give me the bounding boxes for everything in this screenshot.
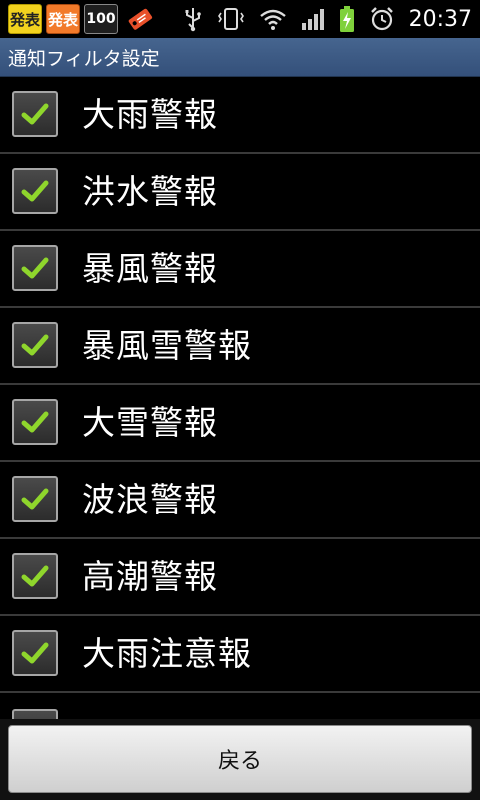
notification-100-icon[interactable]: 100 bbox=[84, 4, 118, 34]
list-item-2[interactable]: 暴風警報 bbox=[0, 231, 480, 308]
list-item-3[interactable]: 暴風雪警報 bbox=[0, 308, 480, 385]
tag-icon[interactable] bbox=[122, 4, 156, 34]
screen: 発表 発表 100 20:37 通知フィルタ設定 大雨警報 洪水警報 暴風警報 … bbox=[0, 0, 480, 800]
title-bar: 通知フィルタ設定 bbox=[0, 38, 480, 77]
system-icons: 20:37 bbox=[183, 0, 480, 38]
checkbox[interactable] bbox=[12, 168, 58, 214]
check-icon bbox=[21, 180, 49, 202]
check-icon bbox=[21, 565, 49, 587]
list-item-label: 高潮警報 bbox=[82, 557, 218, 596]
list-item-label: 大雪警報 bbox=[82, 403, 218, 442]
list-item-label: 暴風警報 bbox=[82, 249, 218, 288]
check-icon bbox=[21, 642, 49, 664]
page-title: 通知フィルタ設定 bbox=[8, 47, 160, 70]
list-item-label: 暴風雪警報 bbox=[82, 326, 252, 365]
list-item-label: 大雨警報 bbox=[82, 95, 218, 134]
wifi-icon bbox=[259, 7, 287, 31]
battery-charging-icon bbox=[339, 5, 355, 33]
checkbox[interactable] bbox=[12, 553, 58, 599]
check-icon bbox=[21, 488, 49, 510]
list-item-partial[interactable] bbox=[0, 693, 480, 719]
list-item-4[interactable]: 大雪警報 bbox=[0, 385, 480, 462]
back-button[interactable]: 戻る bbox=[8, 725, 472, 793]
check-icon bbox=[21, 257, 49, 279]
list-item-0[interactable]: 大雨警報 bbox=[0, 77, 480, 154]
list-item-label: 波浪警報 bbox=[82, 480, 218, 519]
list-item-1[interactable]: 洪水警報 bbox=[0, 154, 480, 231]
checkbox[interactable] bbox=[12, 399, 58, 445]
notification-area: 発表 発表 100 bbox=[0, 0, 156, 38]
check-icon bbox=[21, 411, 49, 433]
notification-announce-orange-icon[interactable]: 発表 bbox=[46, 4, 80, 34]
status-bar: 発表 発表 100 20:37 bbox=[0, 0, 480, 38]
checkbox[interactable] bbox=[12, 245, 58, 291]
checkbox[interactable] bbox=[12, 322, 58, 368]
checkbox[interactable] bbox=[12, 709, 58, 719]
filter-list: 大雨警報 洪水警報 暴風警報 暴風雪警報 大雪警報 波浪警報 高潮警報 大雨注意… bbox=[0, 77, 480, 719]
list-item-6[interactable]: 高潮警報 bbox=[0, 539, 480, 616]
list-item-7[interactable]: 大雨注意報 bbox=[0, 616, 480, 693]
checkbox[interactable] bbox=[12, 476, 58, 522]
clock: 20:37 bbox=[408, 6, 472, 32]
signal-icon bbox=[301, 7, 325, 31]
usb-icon bbox=[183, 6, 203, 32]
list-item-label: 大雨注意報 bbox=[82, 634, 252, 673]
notification-announce-yellow-icon[interactable]: 発表 bbox=[8, 4, 42, 34]
checkbox[interactable] bbox=[12, 91, 58, 137]
check-icon bbox=[21, 103, 49, 125]
check-icon bbox=[21, 334, 49, 356]
checkbox[interactable] bbox=[12, 630, 58, 676]
vibrate-icon bbox=[217, 6, 245, 32]
list-item-5[interactable]: 波浪警報 bbox=[0, 462, 480, 539]
list-item-label: 洪水警報 bbox=[82, 172, 218, 211]
alarm-icon bbox=[369, 6, 395, 32]
bottom-bar: 戻る bbox=[0, 719, 480, 800]
